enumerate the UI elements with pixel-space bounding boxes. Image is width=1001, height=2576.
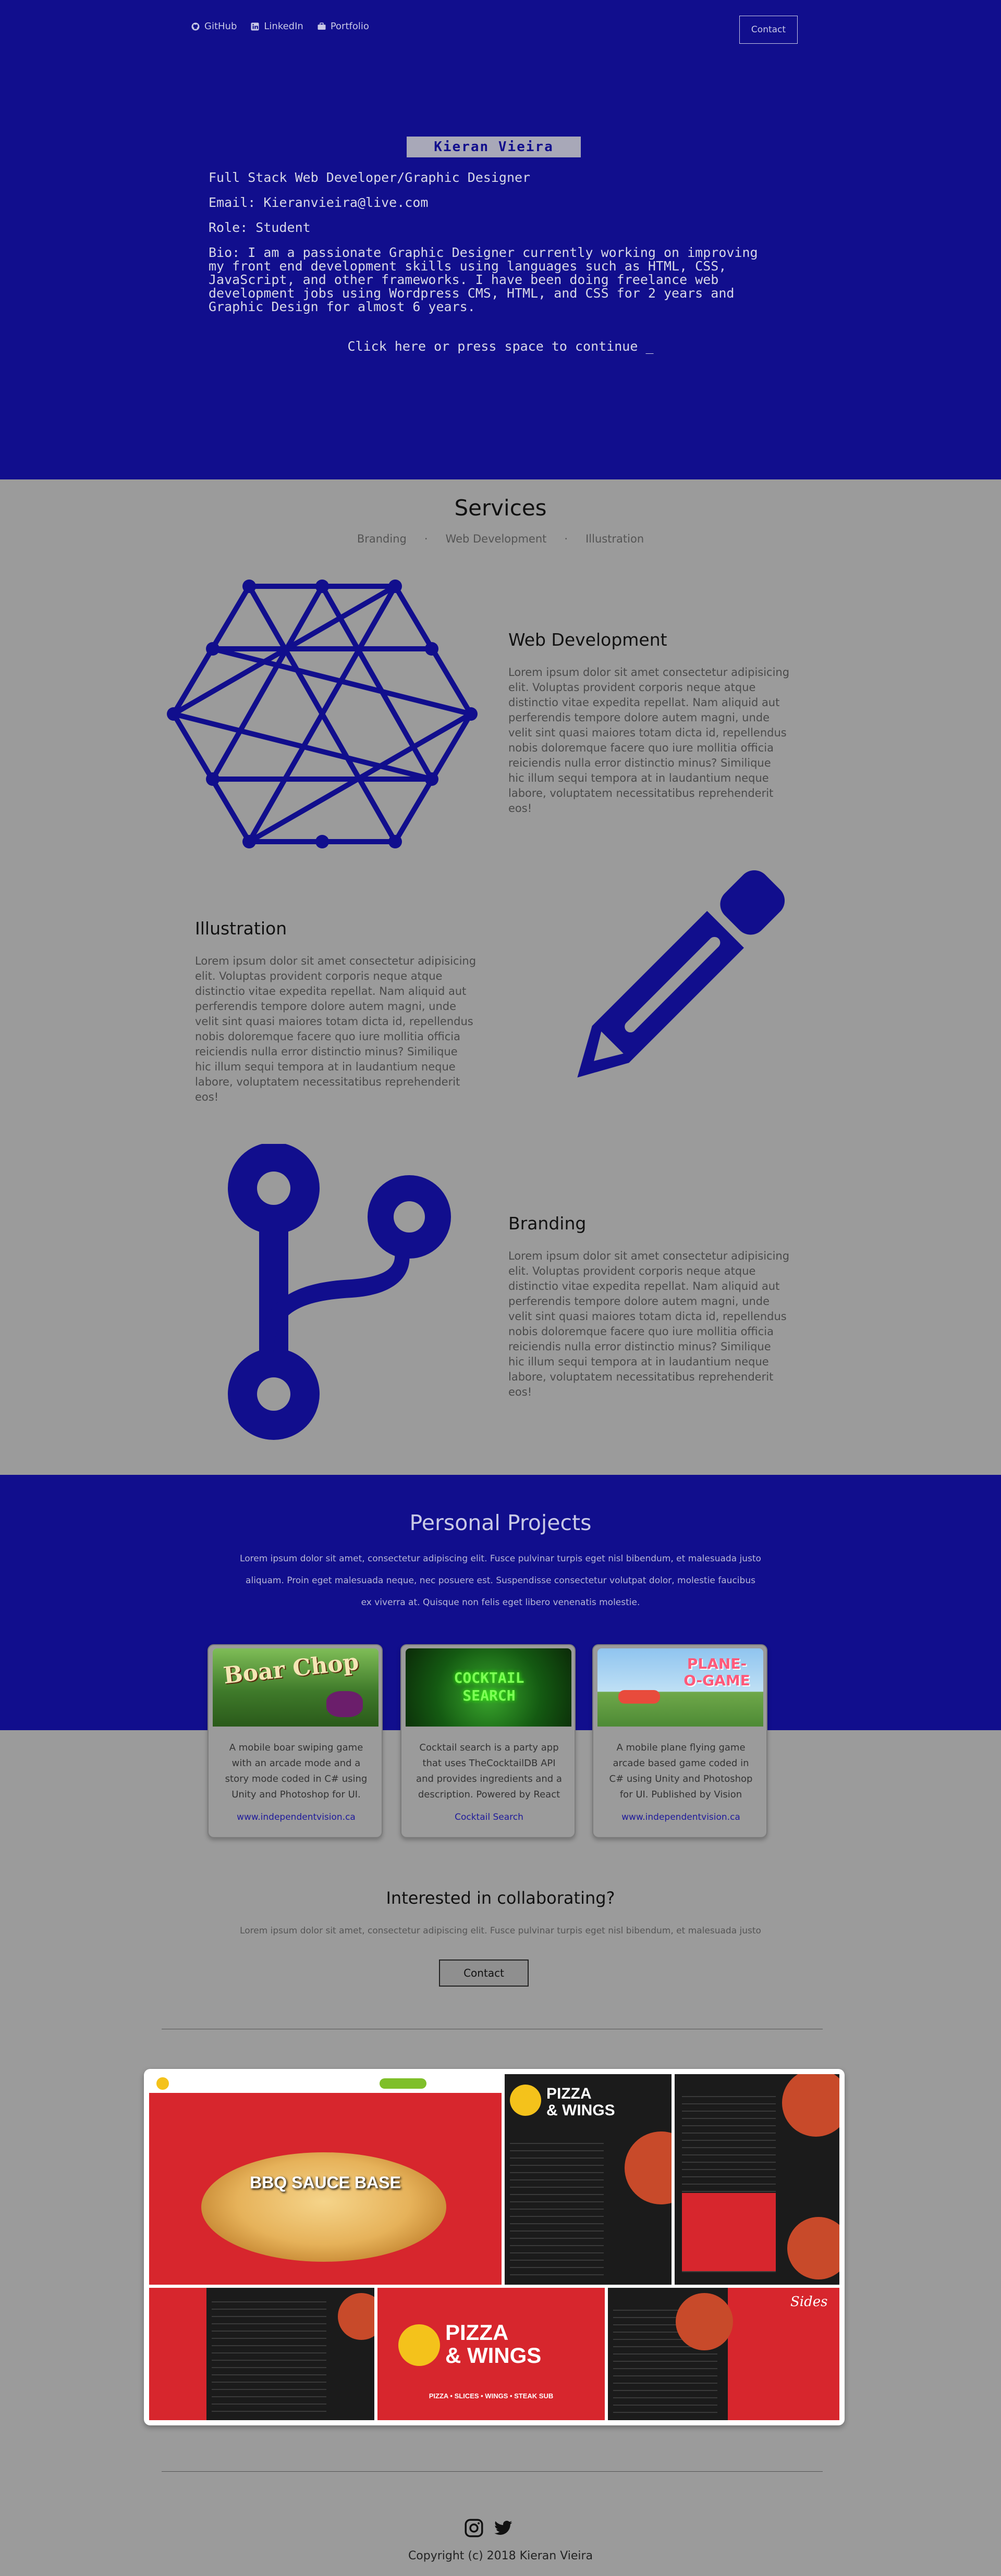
banner-brand: PIZZA & WINGS xyxy=(445,2321,541,2367)
boar-chop-logo-text: Boar Chop xyxy=(222,1648,360,1690)
tab-branding[interactable]: Branding xyxy=(357,533,407,545)
github-icon xyxy=(191,22,200,30)
top-nav: GitHub LinkedIn Portfolio xyxy=(191,21,369,32)
briefcase-icon xyxy=(318,22,326,30)
bio-text: Bio: I am a passionate Graphic Designer … xyxy=(209,245,758,314)
project-image: Boar Chop xyxy=(213,1648,379,1727)
service-title-web: Web Development xyxy=(508,630,667,650)
project-description: A mobile boar swiping game with an arcad… xyxy=(225,1742,368,1800)
banner-line-2: & WINGS xyxy=(445,2343,542,2368)
social-links xyxy=(463,2517,514,2539)
project-link[interactable]: www.independentvision.ca xyxy=(209,1812,382,1822)
hero-section: GitHub LinkedIn Portfolio Contact Kieran… xyxy=(0,0,1001,479)
role-line: Full Stack Web Developer/Graphic Designe… xyxy=(209,170,531,185)
collab-title: Interested in collaborating? xyxy=(386,1888,615,1908)
tab-web-development[interactable]: Web Development xyxy=(446,533,547,545)
showcase-sides-menu: Sides xyxy=(608,2288,839,2420)
plane-o-game-logo-text: PLANE-O-GAME xyxy=(683,1655,750,1689)
brand-line-2: & WINGS xyxy=(546,2102,615,2119)
brand-line-1: PIZZA xyxy=(546,2085,592,2102)
banner-line-1: PIZZA xyxy=(445,2320,509,2345)
hero-name: Kieran Vieira xyxy=(407,137,581,157)
services-tabs: Branding · Web Development · Illustratio… xyxy=(0,533,1001,545)
nav-link-portfolio[interactable]: Portfolio xyxy=(317,21,369,32)
tab-separator: · xyxy=(424,533,428,545)
hero-overlay-text: BBQ SAUCE BASE xyxy=(250,2173,401,2192)
project-link[interactable]: www.independentvision.ca xyxy=(593,1812,766,1822)
nav-label: GitHub xyxy=(204,21,237,32)
service-title-branding: Branding xyxy=(508,1213,587,1234)
continue-prompt[interactable]: Click here or press space to continue _ xyxy=(0,339,1001,354)
project-image: PLANE-O-GAME xyxy=(597,1648,763,1727)
showcase-banner: PIZZA & WINGS PIZZA • SLICES • WINGS • S… xyxy=(377,2288,605,2420)
project-card-boar-chop[interactable]: Boar Chop A mobile boar swiping game wit… xyxy=(207,1644,383,1838)
code-branch-icon xyxy=(228,1144,451,1440)
project-description: A mobile plane flying game arcade based … xyxy=(609,1742,753,1800)
service-text-illustration: Lorem ipsum dolor sit amet consectetur a… xyxy=(195,955,477,1103)
showcase-flyer xyxy=(149,2288,374,2420)
projects-description: Lorem ipsum dolor sit amet, consectetur … xyxy=(240,1554,761,1608)
services-title: Services xyxy=(454,495,547,521)
project-card-cocktail-search[interactable]: COCKTAIL SEARCH Cocktail search is a par… xyxy=(400,1644,576,1838)
pencil-icon xyxy=(577,870,785,1078)
nav-link-github[interactable]: GitHub xyxy=(191,21,237,32)
nav-label: Portfolio xyxy=(330,21,369,32)
contact-button-top[interactable]: Contact xyxy=(739,16,798,44)
linkedin-icon xyxy=(251,22,259,30)
email-line: Email: Kieranvieira@live.com xyxy=(209,195,429,210)
service-title-illustration: Illustration xyxy=(195,918,287,939)
project-image: COCKTAIL SEARCH xyxy=(406,1648,571,1727)
showcase-menu-board: PIZZA & WINGS xyxy=(505,2074,672,2285)
sides-label: Sides xyxy=(790,2294,828,2310)
project-description: Cocktail search is a party app that uses… xyxy=(416,1742,562,1800)
twitter-icon[interactable] xyxy=(492,2517,514,2539)
showcase-website-mockup: BBQ SAUCE BASE xyxy=(149,2074,502,2285)
terminal-text: Full Stack Web Developer/Graphic Designe… xyxy=(209,171,772,325)
service-text-branding: Lorem ipsum dolor sit amet consectetur a… xyxy=(508,1250,790,1398)
nav-link-linkedin[interactable]: LinkedIn xyxy=(250,21,303,32)
nav-label: LinkedIn xyxy=(264,21,303,32)
pizza-wings-showcase[interactable]: BBQ SAUCE BASE PIZZA & WINGS PIZZA & WIN… xyxy=(144,2069,845,2425)
showcase-menu-board-2 xyxy=(675,2074,839,2285)
brand-title: PIZZA & WINGS xyxy=(546,2086,615,2119)
project-card-plane-o-game[interactable]: PLANE-O-GAME A mobile plane flying game … xyxy=(592,1644,767,1838)
divider xyxy=(162,2471,823,2472)
network-hexagon-icon xyxy=(167,580,478,848)
tab-illustration[interactable]: Illustration xyxy=(585,533,644,545)
copyright: Copyright (c) 2018 Kieran Vieira xyxy=(408,2549,593,2562)
collab-text: Lorem ipsum dolor sit amet, consectetur … xyxy=(240,1926,761,1936)
projects-title: Personal Projects xyxy=(409,1510,592,1535)
tab-separator: · xyxy=(564,533,568,545)
contact-button[interactable]: Contact xyxy=(439,1959,529,1987)
cocktail-search-logo-text: COCKTAIL SEARCH xyxy=(454,1669,524,1704)
project-link[interactable]: Cocktail Search xyxy=(401,1812,575,1822)
instagram-icon[interactable] xyxy=(463,2517,485,2539)
banner-nav: PIZZA • SLICES • WINGS • STEAK SUB xyxy=(429,2392,554,2400)
service-text-web: Lorem ipsum dolor sit amet consectetur a… xyxy=(508,666,790,815)
role-detail: Role: Student xyxy=(209,220,311,235)
